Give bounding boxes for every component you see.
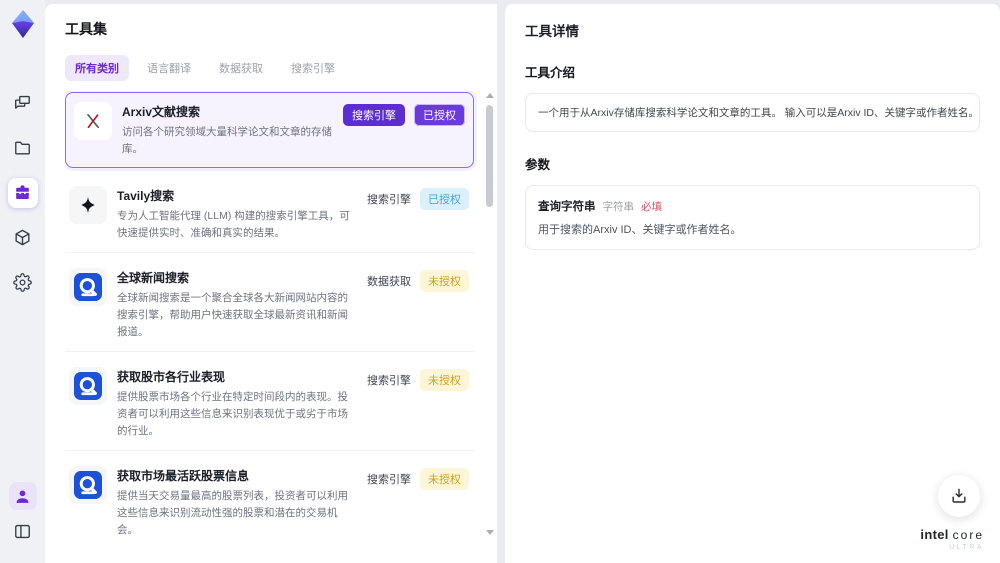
download-icon [952, 488, 966, 503]
tool-category-label: 数据获取 [367, 276, 411, 288]
tool-category-label: 搜索引擎 [343, 104, 405, 126]
scroll-down-arrow-icon[interactable] [486, 530, 494, 535]
sidebar-item-cube[interactable] [8, 223, 38, 253]
sidebar-item-gear[interactable] [8, 268, 38, 298]
tool-status-badge: 未授权 [420, 270, 469, 292]
intel-core-logo: intel core ULTRA [920, 527, 984, 551]
scrollbar-thumb[interactable] [486, 105, 493, 207]
qsearch-icon [69, 268, 107, 306]
param-item: 查询字符串 字符串 必填 用于搜索的Arxiv ID、关键字或作者姓名。 [538, 198, 967, 237]
scrollbar[interactable] [485, 93, 495, 535]
tool-status-badge: 已授权 [414, 104, 465, 126]
tab-2[interactable]: 数据获取 [209, 55, 273, 81]
sidebar-item-toolbox[interactable] [7, 177, 38, 208]
user-icon [13, 487, 32, 506]
toolbox-icon [13, 183, 32, 202]
tool-category-label: 搜索引擎 [367, 474, 411, 486]
param-type: 字符串 [602, 201, 635, 213]
tool-detail-panel: 工具详情 工具介绍 一个用于从Arxiv存储库搜索科学论文和文章的工具。 输入可… [505, 4, 1000, 563]
param-description: 用于搜索的Arxiv ID、关键字或作者姓名。 [538, 224, 742, 236]
rail-nav [7, 80, 38, 305]
brand-intel: intel [920, 527, 949, 542]
details-title: 工具详情 [525, 24, 579, 39]
tool-card[interactable]: Tavily搜索 专为人工智能代理 (LLM) 构建的搜索引擎工具，可快速提供实… [65, 176, 475, 253]
tab-label: 搜索引擎 [291, 63, 335, 75]
params-box: 查询字符串 字符串 必填 用于搜索的Arxiv ID、关键字或作者姓名。 [525, 185, 980, 250]
param-name: 查询字符串 [538, 201, 596, 213]
tool-card[interactable]: 获取股市各行业表现 提供股票市场各个行业在特定时间段内的表现。投资者可以利用这些… [65, 357, 475, 451]
panel-toggle-icon [13, 522, 32, 541]
sidebar-item-folder[interactable] [8, 133, 38, 163]
tool-status-badge: 未授权 [420, 369, 469, 391]
tavily-icon [69, 186, 107, 224]
qsearch-icon [69, 367, 107, 405]
tab-label: 所有类别 [75, 63, 119, 75]
tool-category-label: 搜索引擎 [367, 375, 411, 387]
tool-status-badge: 未授权 [420, 468, 469, 490]
param-required-badge: 必填 [641, 201, 662, 213]
gear-icon [13, 273, 32, 292]
tab-1[interactable]: 语言翻译 [137, 55, 201, 81]
tab-3[interactable]: 搜索引擎 [281, 55, 345, 81]
tool-card[interactable]: 获取市场最活跃股票信息 提供当天交易量最高的股票列表，投资者可以利用这些信息来识… [65, 456, 475, 541]
page-title: 工具集 [65, 21, 107, 37]
tool-intro-text: 一个用于从Arxiv存储库搜索科学论文和文章的工具。 输入可以是Arxiv ID… [525, 93, 980, 132]
tab-0[interactable]: 所有类别 [65, 55, 129, 81]
tool-name: Tavily搜索 [117, 189, 175, 203]
tool-list-panel: 工具集 所有类别 语言翻译 数据获取 搜索引擎 Arxiv文献搜索 访问各个研究… [45, 4, 497, 563]
tool-status-badge: 已授权 [420, 188, 469, 210]
params-heading: 参数 [525, 158, 551, 172]
tool-description: 专为人工智能代理 (LLM) 构建的搜索引擎工具，可快速提供实时、准确和真实的结… [117, 210, 350, 239]
qsearch-icon [69, 466, 107, 504]
arxiv-icon [74, 102, 112, 140]
app-logo[interactable] [7, 8, 39, 40]
tool-list: Arxiv文献搜索 访问各个研究领域大量科学论文和文章的存储库。 搜索引擎 已授… [65, 91, 497, 541]
tool-card[interactable]: 全球新闻搜索 全球新闻搜索是一个聚合全球各大新闻网站内容的搜索引擎，帮助用户快速… [65, 258, 475, 352]
tool-name: Arxiv文献搜索 [122, 105, 201, 119]
tool-card[interactable]: Arxiv文献搜索 访问各个研究领域大量科学论文和文章的存储库。 搜索引擎 已授… [65, 92, 474, 168]
tool-name: 获取股市各行业表现 [117, 370, 226, 384]
tool-name: 全球新闻搜索 [117, 271, 190, 285]
tool-description: 全球新闻搜索是一个聚合全球各大新闻网站内容的搜索引擎，帮助用户快速获取全球最新资… [117, 292, 348, 338]
left-rail [0, 0, 45, 563]
tool-description: 访问各个研究领域大量科学论文和文章的存储库。 [122, 126, 332, 155]
brand-core: core [952, 528, 984, 542]
intro-heading: 工具介绍 [525, 66, 576, 80]
sidebar-item-user[interactable] [8, 482, 37, 510]
brand-ultra: ULTRA [949, 544, 984, 551]
download-button[interactable] [938, 475, 980, 517]
tool-description: 提供当天交易量最高的股票列表，投资者可以利用这些信息来识别流动性强的股票和潜在的… [117, 490, 348, 536]
sidebar-item-chat[interactable] [8, 88, 38, 118]
tab-label: 数据获取 [219, 63, 263, 75]
tool-description: 提供股票市场各个行业在特定时间段内的表现。投资者可以利用这些信息来识别表现优于或… [117, 391, 348, 437]
folder-icon [13, 138, 32, 157]
category-tabs: 所有类别 语言翻译 数据获取 搜索引擎 [65, 55, 497, 81]
rail-bottom [8, 479, 38, 563]
cube-icon [13, 228, 32, 247]
sidebar-item-panel-toggle[interactable] [8, 516, 38, 546]
tool-category-label: 搜索引擎 [367, 194, 411, 206]
scroll-up-arrow-icon[interactable] [486, 93, 494, 98]
tab-label: 语言翻译 [147, 63, 191, 75]
tool-name: 获取市场最活跃股票信息 [117, 469, 250, 483]
gem-logo-icon [11, 10, 34, 38]
chat-icon [13, 93, 32, 112]
